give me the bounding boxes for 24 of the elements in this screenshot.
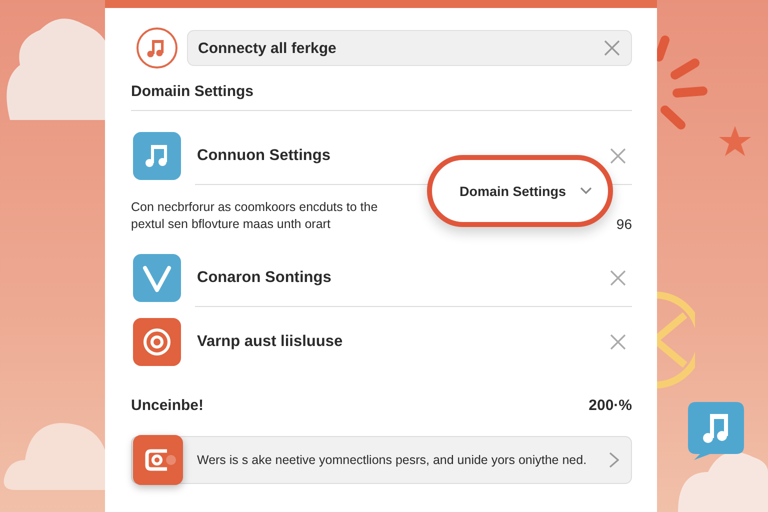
notice-card[interactable]: Wers is s ake neetive yomnectlions pesrs, and unide yors oniythe ned. bbox=[131, 436, 632, 484]
close-icon[interactable] bbox=[610, 334, 626, 350]
music-note-icon bbox=[133, 132, 181, 180]
notice-text: Wers is s ake neetive yomnectlions pesrs, and unide yors oniythe ned. bbox=[197, 453, 588, 467]
description-text: Con necbrforur as coomkoors encduts to the pextul sen bflovture maas unth orart bbox=[131, 199, 379, 233]
summary-value: 200·% bbox=[588, 397, 632, 414]
summary-label: Unceinbe! bbox=[131, 397, 204, 414]
chevron-right-icon bbox=[609, 452, 619, 468]
music-bubble-icon bbox=[688, 402, 744, 460]
row-label: Conaron Sontings bbox=[197, 269, 332, 287]
close-icon[interactable] bbox=[604, 40, 620, 56]
search-field[interactable]: Connecty all ferkge bbox=[187, 30, 632, 66]
dropdown-button[interactable]: Domain Settings bbox=[427, 155, 613, 227]
close-icon[interactable] bbox=[610, 270, 626, 286]
music-note-icon bbox=[136, 27, 178, 69]
caret-icon bbox=[580, 187, 592, 195]
row-label: Varnp aust liisluuse bbox=[197, 333, 344, 351]
close-icon[interactable] bbox=[610, 148, 626, 164]
camera-icon bbox=[133, 435, 183, 485]
star-icon bbox=[719, 126, 751, 156]
value-text: 96 bbox=[616, 216, 632, 233]
section-title: Domaiin Settings bbox=[131, 83, 255, 100]
check-icon bbox=[133, 254, 181, 302]
row-label: Connuon Settings bbox=[197, 147, 332, 165]
